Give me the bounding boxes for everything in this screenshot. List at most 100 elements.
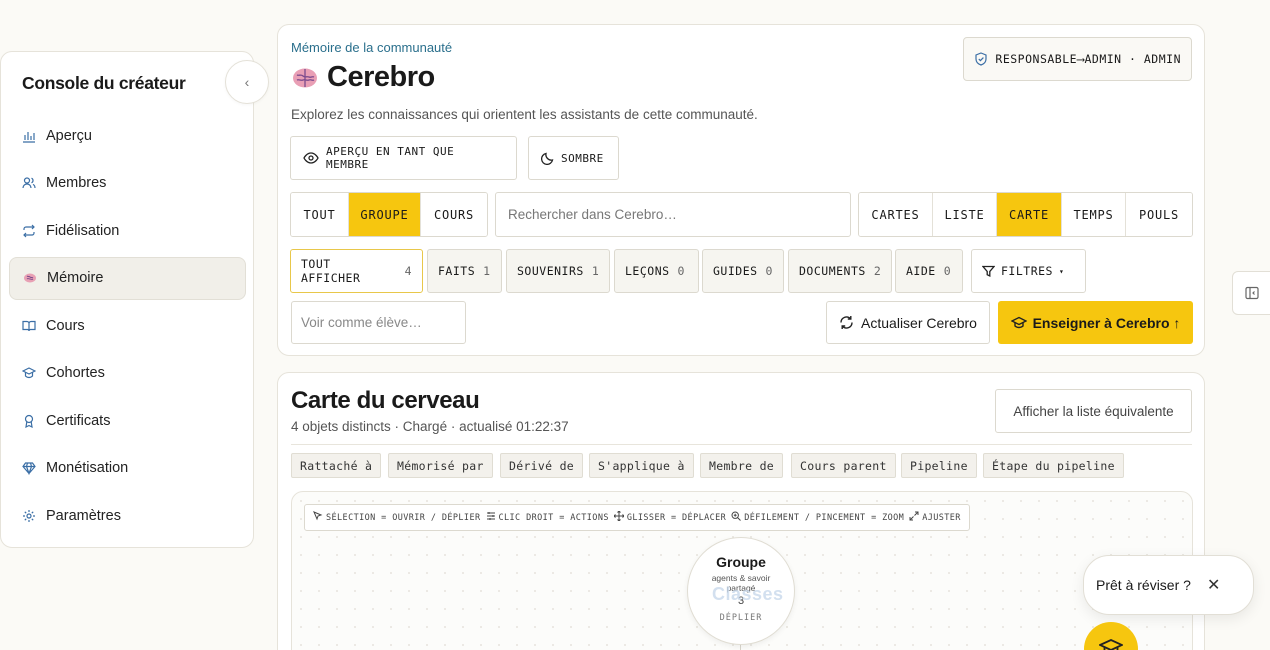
role-badge: RESPONSABLE⟶ADMIN · ADMIN [963,37,1192,81]
tab-tout[interactable]: TOUT [291,193,349,236]
relation-chip[interactable]: Mémorisé par [388,453,493,478]
dark-mode-button[interactable]: SOMBRE [528,136,619,180]
chip-count: 0 [943,264,952,278]
sidebar-item-label: Certificats [46,412,111,429]
tab-carte[interactable]: CARTE [997,193,1062,236]
tab-temps[interactable]: TEMPS [1062,193,1126,236]
sidebar-item-label: Membres [46,175,107,191]
sidebar-item-fidelisation[interactable]: Fidélisation [9,209,246,252]
search-placeholder: Rechercher dans Cerebro… [508,207,677,222]
eyebrow: Mémoire de la communauté [291,40,453,55]
sidebar-item-membres[interactable]: Membres [9,162,246,205]
tab-pouls[interactable]: POULS [1126,193,1192,236]
relation-chip[interactable]: Étape du pipeline [983,453,1124,478]
node-title: Groupe [716,554,766,570]
filter-chip-souvenirs[interactable]: SOUVENIRS 1 [506,249,610,293]
role-badge-text: RESPONSABLE⟶ADMIN · ADMIN [995,52,1181,66]
preview-as-member-label: APERÇU EN TANT QUE MEMBRE [326,145,455,171]
filter-chip-guides[interactable]: GUIDES 0 [702,249,784,293]
show-list-button[interactable]: Afficher la liste équivalente [995,389,1192,433]
brain-map-canvas[interactable]: SÉLECTION = OUVRIR / DÉPLIER CLIC DROIT … [291,491,1193,650]
hint-text: DÉFILEMENT / PINCEMENT = ZOOM [744,512,905,523]
tab-groupe[interactable]: GROUPE [349,193,421,236]
eye-icon [303,152,319,164]
side-panel-toggle[interactable] [1232,271,1270,315]
relation-chip[interactable]: Dérivé de [500,453,584,478]
node-ghost-label: Classes [712,584,784,604]
preview-as-member-button[interactable]: APERÇU EN TANT QUE MEMBRE [290,136,517,180]
graph-node-groupe[interactable]: Classes Groupe agents & savoir partagé 3… [687,537,795,645]
page-title-text: Cerebro [327,61,435,93]
graduation-cap-icon [22,366,36,380]
dark-mode-label: SOMBRE [561,151,604,165]
refresh-cerebro-button[interactable]: Actualiser Cerebro [826,301,990,344]
pointer-icon [313,511,323,524]
sidebar-item-certificats[interactable]: Certificats [9,399,246,442]
filter-chip-documents[interactable]: DOCUMENTS 2 [788,249,892,293]
view-as-student-input[interactable]: Voir comme élève… [291,301,466,344]
sidebar-item-apercu[interactable]: Aperçu [9,114,246,157]
relation-chip[interactable]: Cours parent [791,453,896,478]
chip-label: FAITS [438,264,476,278]
sidebar-item-label: Monétisation [46,460,129,476]
view-as-student-placeholder: Voir comme élève… [301,315,422,330]
repeat-icon [22,224,36,238]
chip-count: 1 [591,264,600,278]
sidebar-nav: Aperçu Membres Fidélisation Mémoire Cour… [9,114,246,542]
sidebar-item-parametres[interactable]: Paramètres [9,494,246,537]
filter-chip-faits[interactable]: FAITS 1 [427,249,502,293]
filter-chip-aide[interactable]: AIDE 0 [895,249,963,293]
view-tabs: CARTES LISTE CARTE TEMPS POULS [858,192,1193,237]
gear-icon [22,509,36,523]
page-description: Explorez les connaissances qui orientent… [291,107,758,122]
filters-label: FILTRES [1001,264,1053,278]
sidebar-item-cohortes[interactable]: Cohortes [9,352,246,395]
brain-icon [23,271,37,285]
scope-tabs: TOUT GROUPE COURS [290,192,488,237]
panel-left-icon [1245,286,1259,300]
refresh-icon [840,316,853,329]
move-icon [613,510,625,524]
collapse-sidebar-button[interactable]: ‹ [225,60,269,104]
moon-icon [541,152,554,165]
relation-chip[interactable]: S'applique à [589,453,694,478]
brain-icon [293,68,317,87]
chip-label: GUIDES [713,264,758,278]
chip-count: 0 [677,264,685,278]
sidebar-item-label: Aperçu [46,127,92,144]
close-icon[interactable]: ✕ [1207,575,1220,595]
sidebar-item-cours[interactable]: Cours [9,304,246,347]
relation-chip[interactable]: Pipeline [901,453,977,478]
expand-icon [909,511,919,524]
users-icon [22,176,36,190]
sidebar-item-memoire[interactable]: Mémoire [9,256,246,300]
chip-label: LEÇONS [625,264,670,278]
filter-chip-lecons[interactable]: LEÇONS 0 [614,249,699,293]
chip-count: 1 [483,264,491,278]
sidebar-item-label: Fidélisation [46,222,120,239]
sidebar-item-monetisation[interactable]: Monétisation [9,447,246,490]
relation-chip[interactable]: Membre de [700,453,784,478]
gem-icon [22,461,36,475]
brain-map-title: Carte du cerveau [291,387,480,414]
chip-label: TOUT AFFICHER [301,257,361,285]
chip-label: DOCUMENTS [799,264,866,278]
relation-chip[interactable]: Rattaché à [291,453,382,478]
filter-icon [982,265,995,277]
hint-text: GLISSER = DÉPLACER [626,512,727,523]
chip-label: SOUVENIRS [517,264,584,278]
tab-cours[interactable]: COURS [421,193,487,236]
tab-cartes[interactable]: CARTES [859,193,933,236]
tab-liste[interactable]: LISTE [933,193,997,236]
zoom-icon [731,511,742,524]
review-toast: Prêt à réviser ? ✕ [1083,555,1254,615]
filters-dropdown-button[interactable]: FILTRES ▾ [971,249,1086,293]
chip-count: 0 [765,264,773,278]
teach-cerebro-button[interactable]: Enseigner à Cerebro ↑ [998,301,1193,344]
chip-count: 4 [404,264,412,278]
hint-text: AJUSTER [922,512,961,523]
filter-chip-tout-afficher[interactable]: TOUT AFFICHER 4 [290,249,423,293]
search-input[interactable]: Rechercher dans Cerebro… [495,192,851,237]
node-expand-action[interactable]: DÉPLIER [688,613,794,623]
book-icon [22,319,36,333]
